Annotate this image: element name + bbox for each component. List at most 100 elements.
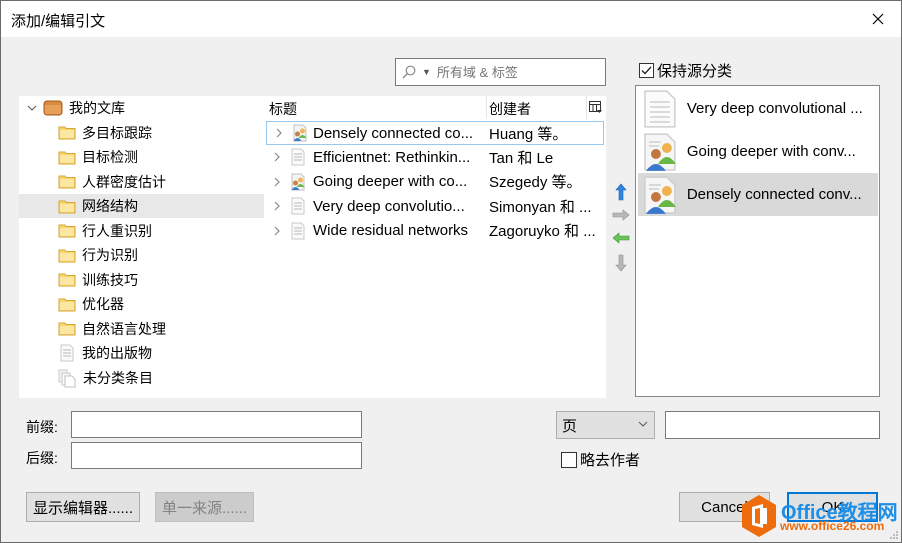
- folder-icon: [58, 249, 76, 262]
- column-divider[interactable]: [486, 96, 487, 119]
- tree-item-label: 优化器: [82, 296, 124, 312]
- single-source-button[interactable]: 单一来源......: [155, 492, 254, 522]
- item-row[interactable]: Very deep convolutio... Simonyan 和 ...: [264, 194, 606, 218]
- move-up-button[interactable]: [611, 181, 631, 203]
- item-creator: Szegedy 等。: [489, 174, 582, 191]
- tree-item-my-library[interactable]: 我的文库: [19, 96, 264, 120]
- folder-icon: [58, 126, 76, 140]
- document-icon: [291, 197, 305, 215]
- tree-item-collection[interactable]: 目标检测: [19, 145, 264, 169]
- folder-icon: [58, 224, 76, 238]
- title-bar: 添加/编辑引文: [1, 1, 901, 37]
- folder-icon: [58, 151, 76, 164]
- column-picker-icon[interactable]: [589, 101, 602, 114]
- folder-icon: [58, 175, 76, 189]
- item-creator: Tan 和 Le: [489, 149, 554, 167]
- chevron-down-icon: [638, 421, 648, 427]
- chevron-right-icon[interactable]: [268, 201, 286, 211]
- folder-icon: [58, 322, 76, 336]
- document-icon: [644, 89, 676, 128]
- watermark-url: www.office26.com: [780, 519, 885, 533]
- item-title: Going deeper with co...: [313, 173, 468, 190]
- tree-item-label: 自然语言处理: [82, 320, 166, 337]
- column-header-creator[interactable]: 创建者: [489, 99, 531, 119]
- checkbox[interactable]: [561, 451, 577, 468]
- conference-paper-icon: [291, 173, 305, 190]
- tree-item-collection[interactable]: 优化器: [19, 292, 264, 316]
- document-icon: [60, 344, 74, 362]
- suffix-label: 后缀:: [26, 450, 58, 466]
- resize-grip-icon[interactable]: [889, 530, 899, 540]
- checkmark-icon: [641, 66, 652, 75]
- item-creator: Huang 等。: [489, 125, 568, 143]
- close-button[interactable]: [855, 1, 901, 37]
- items-list-header: 标题 创建者: [264, 96, 606, 119]
- selected-citation-title: Densely connected conv...: [686, 186, 862, 203]
- omit-author-checkbox[interactable]: 略去作者: [561, 449, 640, 470]
- close-icon: [872, 13, 884, 25]
- tree-item-collection[interactable]: 行为识别: [19, 243, 264, 267]
- tree-item-unfiled[interactable]: 未分类条目: [19, 366, 264, 390]
- chevron-right-icon[interactable]: [268, 177, 286, 187]
- prefix-label: 前缀:: [26, 419, 58, 435]
- arrow-right-icon: [612, 209, 630, 221]
- tree-item-label: 多目标跟踪: [82, 124, 152, 141]
- chevron-right-icon[interactable]: [270, 128, 288, 138]
- tree-item-collection[interactable]: 行人重识别: [19, 219, 264, 243]
- search-input[interactable]: [436, 64, 587, 80]
- document-icon: [291, 222, 305, 239]
- checkbox-label: 略去作者: [580, 452, 641, 469]
- locator-input[interactable]: [665, 411, 880, 439]
- document-icon: [291, 148, 305, 166]
- tree-item-collection[interactable]: 训练技巧: [19, 268, 264, 292]
- tree-item-collection[interactable]: 多目标跟踪: [19, 121, 264, 145]
- tree-item-collection[interactable]: 人群密度估计: [19, 170, 264, 194]
- dialog-title: 添加/编辑引文: [11, 13, 106, 30]
- column-header-title[interactable]: 标题: [269, 99, 297, 119]
- search-icon: [402, 65, 416, 79]
- suffix-input[interactable]: [71, 442, 362, 469]
- checkbox-label: 保持源分类: [657, 63, 733, 80]
- selected-citation-item[interactable]: Going deeper with conv...: [638, 130, 878, 173]
- library-icon: [43, 100, 63, 116]
- selected-citations-list: Very deep convolutional ... Going deeper…: [635, 85, 880, 397]
- item-row[interactable]: Going deeper with co... Szegedy 等。: [264, 170, 606, 194]
- add-edit-citation-dialog: 添加/编辑引文 ▼ 我的文库: [0, 0, 902, 543]
- arrow-down-icon: [615, 254, 627, 272]
- tree-item-collection[interactable]: 自然语言处理: [19, 317, 264, 341]
- folder-icon: [58, 273, 76, 287]
- chevron-right-icon[interactable]: [268, 226, 286, 236]
- keep-sources-sorted-checkbox[interactable]: 保持源分类: [639, 60, 732, 81]
- selected-citation-item[interactable]: Very deep convolutional ...: [638, 87, 878, 130]
- arrow-left-icon: [612, 232, 630, 244]
- item-row[interactable]: Wide residual networks Zagoruyko 和 ...: [264, 219, 606, 243]
- item-creator: Zagoruyko 和 ...: [489, 223, 596, 240]
- conference-paper-icon: [644, 132, 676, 171]
- remove-citation-button[interactable]: [611, 227, 631, 249]
- column-divider[interactable]: [586, 96, 587, 119]
- item-creator: Simonyan 和 ...: [489, 198, 592, 216]
- show-editor-button[interactable]: 显示编辑器......: [26, 492, 140, 522]
- selected-citation-item-selected[interactable]: Densely connected conv...: [638, 173, 878, 216]
- tree-item-label: 人群密度估计: [82, 173, 166, 190]
- unfiled-icon: [58, 369, 76, 387]
- move-down-button[interactable]: [611, 252, 631, 274]
- prefix-input[interactable]: [71, 411, 362, 438]
- tree-item-my-publications[interactable]: 我的出版物: [19, 341, 264, 365]
- conference-paper-icon: [293, 124, 307, 142]
- checkbox[interactable]: [639, 63, 654, 78]
- search-mode-dropdown-icon[interactable]: ▼: [422, 67, 431, 77]
- watermark: Office教程网 www.office26.com: [741, 494, 901, 542]
- locator-type-select[interactable]: 页: [556, 411, 655, 439]
- chevron-down-icon[interactable]: [26, 102, 38, 114]
- folder-icon: [58, 200, 76, 213]
- selected-citation-title: Going deeper with conv...: [686, 143, 856, 160]
- item-row[interactable]: Efficientnet: Rethinkin... Tan 和 Le: [264, 145, 606, 169]
- search-box[interactable]: ▼: [395, 58, 606, 86]
- item-row[interactable]: Densely connected co... Huang 等。: [266, 121, 604, 145]
- library-tree: 我的文库 多目标跟踪 目标检测 人群密度估计 网络结构 行人重识别 行为识别 训…: [19, 96, 264, 398]
- add-citation-button[interactable]: [611, 204, 631, 226]
- tree-item-collection-selected[interactable]: 网络结构: [19, 194, 264, 218]
- chevron-right-icon[interactable]: [268, 152, 286, 162]
- item-title: Very deep convolutio...: [313, 197, 465, 215]
